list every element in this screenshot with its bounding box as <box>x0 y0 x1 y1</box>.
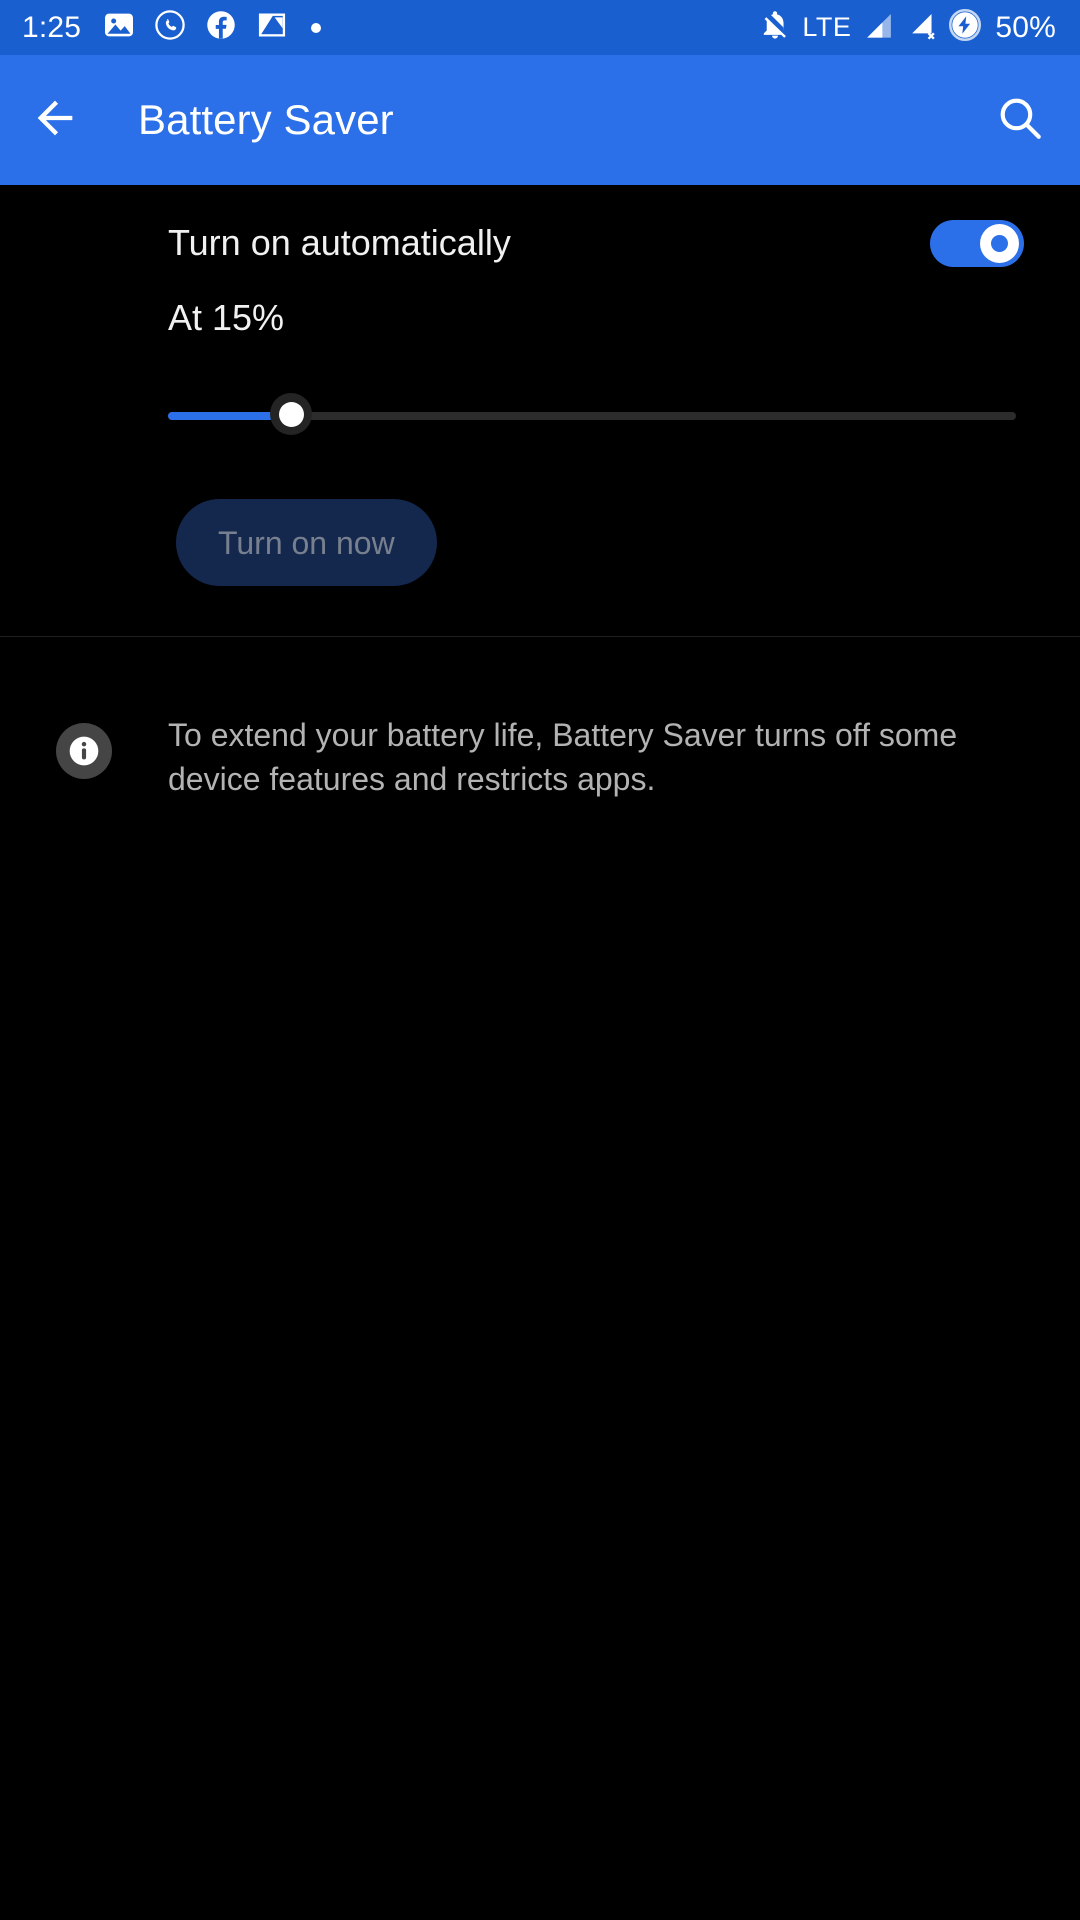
network-type-label: LTE <box>802 12 852 42</box>
signal-no-service-icon <box>905 9 938 47</box>
signal-bars-icon <box>862 9 895 47</box>
whatsapp-icon <box>154 9 186 46</box>
more-notifications-dot-icon <box>311 22 322 33</box>
slider-thumb-inner <box>278 401 304 427</box>
battery-charging-icon <box>948 8 982 47</box>
status-clock: 1:25 <box>22 10 82 44</box>
battery-saver-screen: 1:25 LTE 50% Battery Saver Turn on autom… <box>0 0 1080 1920</box>
status-bar-right: LTE 50% <box>759 8 1056 47</box>
main-content: Turn on automatically At 15% Turn on now <box>0 185 1080 1920</box>
turn-on-automatically-label: Turn on automatically <box>168 222 511 263</box>
battery-threshold-slider[interactable] <box>168 393 1016 439</box>
notifications-silenced-icon <box>759 9 791 46</box>
page-title: Battery Saver <box>138 96 394 143</box>
arrow-back-icon <box>29 92 81 149</box>
turn-on-automatically-row[interactable]: Turn on automatically <box>0 185 1080 301</box>
status-bar-left: 1:25 <box>22 9 759 46</box>
back-button[interactable] <box>0 55 110 185</box>
battery-percent-label: 50% <box>995 10 1056 44</box>
screenshot-icon <box>256 9 288 46</box>
battery-threshold-label: At 15% <box>168 297 285 338</box>
info-description: To extend your battery life, Battery Sav… <box>168 717 958 797</box>
app-bar: Battery Saver <box>0 55 1080 185</box>
info-icon <box>56 723 112 779</box>
info-icon-container <box>0 693 168 779</box>
photos-icon <box>103 9 135 46</box>
info-footer: To extend your battery life, Battery Sav… <box>0 637 1080 801</box>
turn-on-automatically-switch[interactable] <box>930 219 1024 267</box>
turn-on-now-button[interactable]: Turn on now <box>176 499 437 586</box>
status-bar: 1:25 LTE 50% <box>0 0 1080 55</box>
switch-thumb <box>980 223 1019 263</box>
slider-thumb[interactable] <box>270 393 312 435</box>
search-button[interactable] <box>960 55 1080 185</box>
facebook-icon <box>205 9 237 46</box>
search-icon <box>995 93 1045 148</box>
